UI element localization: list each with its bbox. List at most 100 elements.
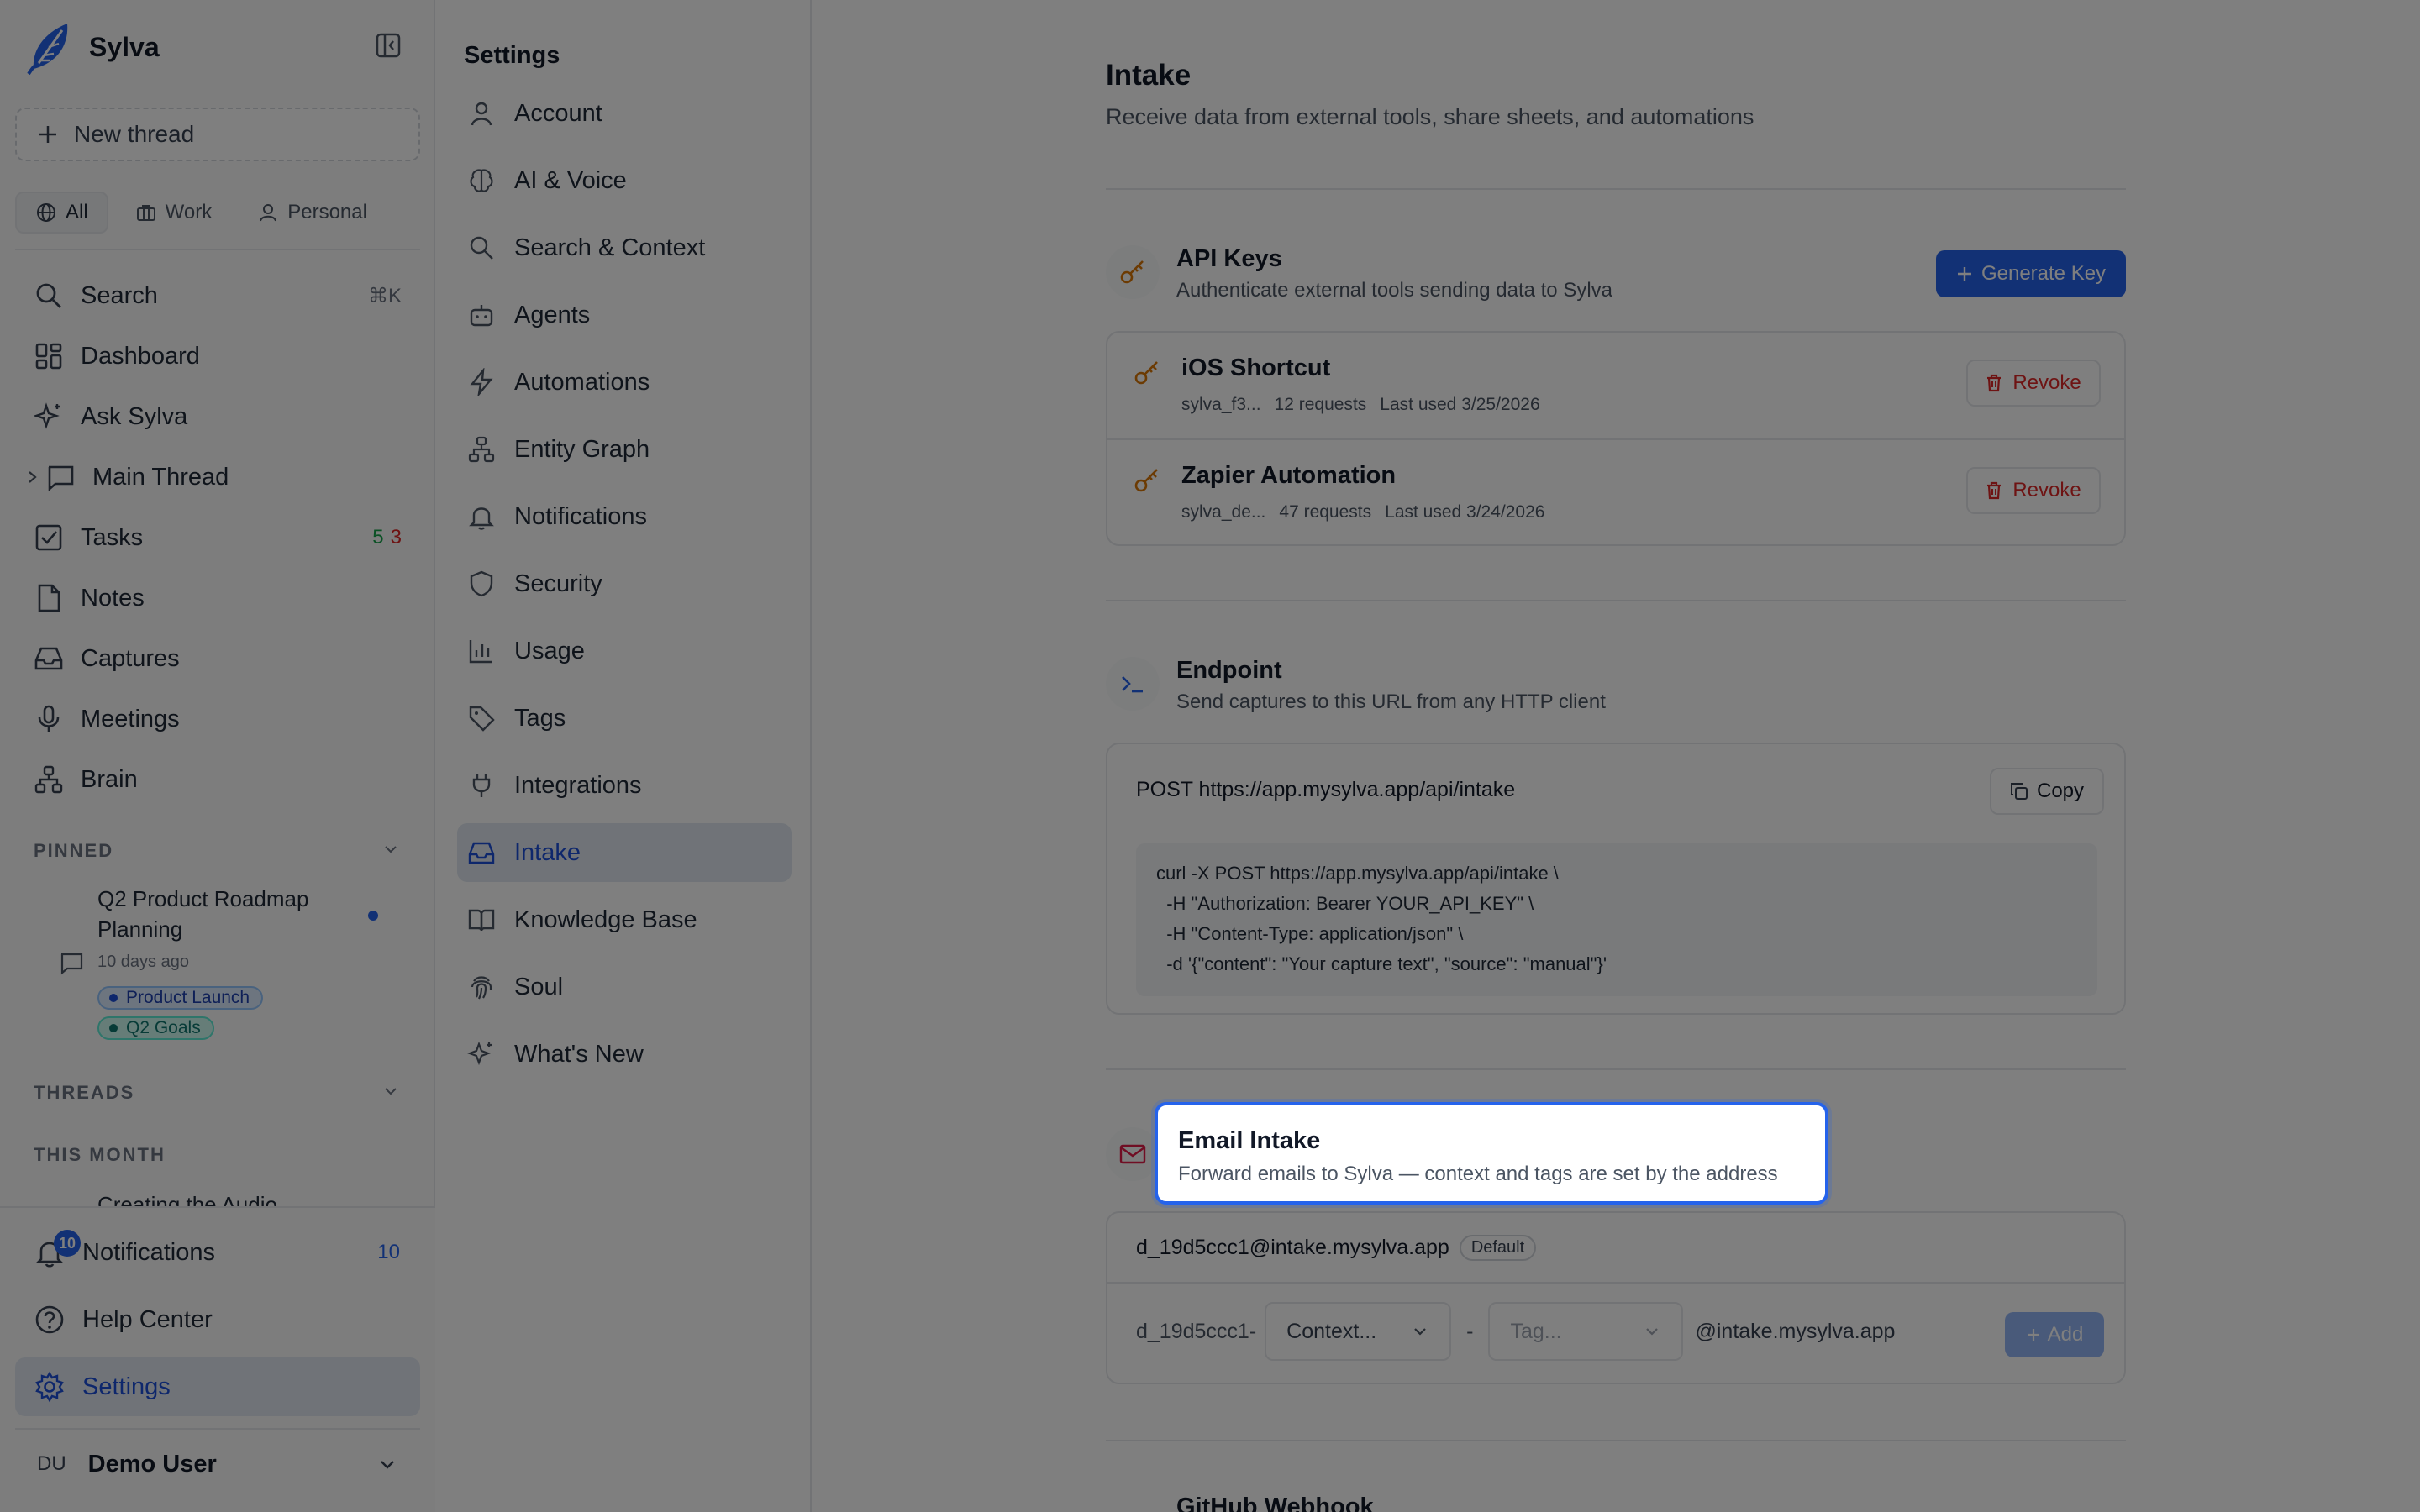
settings-item-notifications[interactable]: Notifications	[457, 487, 792, 546]
generate-key-button[interactable]: Generate Key	[1936, 250, 2126, 297]
chevron-right-icon[interactable]	[27, 469, 39, 486]
settings-item-label: Automations	[514, 368, 650, 396]
sidebar-item-settings[interactable]: Settings	[15, 1357, 420, 1416]
page-title: Intake	[1106, 59, 1192, 92]
help-circle-icon	[35, 1305, 64, 1334]
email-intake-subtitle: Forward emails to Sylva — context and ta…	[1178, 1163, 1778, 1185]
sidebar-item-tasks[interactable]: Tasks 53	[15, 507, 420, 568]
revoke-button[interactable]: Revoke	[1966, 467, 2101, 514]
code-line: -H "Content-Type: application/json" \	[1156, 923, 1464, 944]
sidebar-item-brain[interactable]: Brain	[15, 749, 420, 810]
shield-icon	[470, 570, 493, 597]
add-label: Add	[2047, 1323, 2084, 1346]
settings-item-knowledge-base[interactable]: Knowledge Base	[457, 890, 792, 949]
sidebar-item-meetings[interactable]: Meetings	[15, 689, 420, 749]
endpoint-subtitle: Send captures to this URL from any HTTP …	[1176, 690, 1606, 713]
api-key-meta: sylva_de... 47 requests Last used 3/24/2…	[1181, 502, 1544, 522]
trash-icon	[1987, 374, 2002, 392]
context-select[interactable]: Context...	[1265, 1302, 1452, 1361]
notification-badge: 10	[54, 1230, 81, 1257]
new-thread-button[interactable]: New thread	[15, 108, 420, 161]
settings-item-tags[interactable]: Tags	[457, 689, 792, 748]
sidebar-item-captures[interactable]: Captures	[15, 628, 420, 689]
settings-item-usage[interactable]: Usage	[457, 622, 792, 680]
brand[interactable]: Sylva	[25, 17, 160, 77]
chevron-down-icon[interactable]	[380, 838, 402, 860]
copy-button[interactable]: Copy	[1990, 768, 2104, 815]
sidebar-nav: Search ⌘K Dashboard Ask Sylva Main Threa…	[15, 265, 420, 810]
settings-nav: Settings Account AI & Voice Search & Con…	[437, 0, 812, 1512]
tag-product-launch[interactable]: Product Launch	[97, 986, 264, 1010]
filter-work[interactable]: Work	[117, 192, 231, 234]
pinned-section-label: PINNED	[34, 840, 114, 861]
sidebar-item-notifications[interactable]: 10 Notifications 10	[15, 1223, 420, 1282]
sidebar-item-help-center[interactable]: Help Center	[15, 1290, 420, 1349]
settings-item-entity-graph[interactable]: Entity Graph	[457, 420, 792, 479]
sidebar-item-notes[interactable]: Notes	[15, 568, 420, 628]
tasks-open-count: 5	[372, 526, 384, 549]
section-divider	[1106, 188, 2126, 190]
avatar: DU	[37, 1452, 66, 1475]
settings-item-agents[interactable]: Agents	[457, 286, 792, 344]
settings-item-label: What's New	[514, 1040, 644, 1068]
revoke-button[interactable]: Revoke	[1966, 360, 2101, 407]
tag-q2-goals[interactable]: Q2 Goals	[97, 1016, 214, 1040]
chevron-down-icon	[1646, 1328, 1659, 1336]
api-key-requests: 47 requests	[1279, 502, 1372, 522]
settings-item-account[interactable]: Account	[457, 84, 792, 143]
trash-icon	[1987, 481, 2002, 500]
settings-item-security[interactable]: Security	[457, 554, 792, 613]
settings-item-intake[interactable]: Intake	[457, 823, 792, 882]
api-key-prefix: sylva_f3...	[1181, 395, 1261, 414]
default-address-row: d_19d5ccc1@intake.mysylva.app Default	[1136, 1235, 1537, 1261]
settings-item-label: Soul	[514, 973, 564, 1000]
tag-dot	[109, 1024, 118, 1032]
settings-item-ai-voice[interactable]: AI & Voice	[457, 151, 792, 210]
sidebar-item-label: Dashboard	[81, 342, 200, 370]
settings-item-integrations[interactable]: Integrations	[457, 756, 792, 815]
sylva-logo-icon	[27, 24, 68, 76]
endpoint-url: POST https://app.mysylva.app/api/intake	[1136, 778, 1516, 801]
add-address-button[interactable]: Add	[2005, 1312, 2104, 1357]
revoke-label: Revoke	[2012, 371, 2081, 394]
tag-select[interactable]: Tag...	[1488, 1302, 1684, 1361]
row-divider	[1107, 1282, 2124, 1284]
settings-item-search-context[interactable]: Search & Context	[457, 218, 792, 277]
terminal-icon	[1122, 676, 1143, 693]
user-menu[interactable]: DU Demo User	[15, 1438, 420, 1490]
endpoint-title: Endpoint	[1176, 657, 1282, 684]
sidebar-item-ask-sylva[interactable]: Ask Sylva	[15, 386, 420, 447]
plus-icon	[2027, 1329, 2039, 1341]
tasks-overdue-count: 3	[390, 526, 402, 549]
collapse-sidebar-icon[interactable]	[375, 32, 402, 59]
section-divider	[1106, 600, 2126, 601]
revoke-label: Revoke	[2012, 479, 2081, 501]
plug-icon	[472, 774, 491, 797]
search-icon	[470, 236, 493, 260]
new-thread-label: New thread	[74, 121, 195, 147]
default-email-address: d_19d5ccc1@intake.mysylva.app	[1136, 1236, 1449, 1259]
pinned-thread-title: Q2 Product Roadmap Planning	[97, 886, 309, 942]
sidebar-item-main-thread[interactable]: Main Thread	[15, 447, 420, 507]
settings-item-whats-new[interactable]: What's New	[457, 1025, 792, 1084]
sidebar-item-label: Help Center	[82, 1305, 213, 1333]
chevron-down-icon[interactable]	[380, 1080, 402, 1102]
sidebar-item-label: Notifications	[82, 1238, 215, 1266]
settings-item-soul[interactable]: Soul	[457, 958, 792, 1016]
filter-all[interactable]: All	[15, 192, 108, 234]
filter-personal[interactable]: Personal	[239, 192, 386, 234]
key-icon	[1120, 260, 1144, 284]
email-intake-spotlight[interactable]: Email Intake Forward emails to Sylva — c…	[1155, 1102, 1828, 1205]
sidebar-item-dashboard[interactable]: Dashboard	[15, 326, 420, 386]
sidebar-item-search[interactable]: Search ⌘K	[15, 265, 420, 326]
intake-settings-panel: Intake Receive data from external tools,…	[813, 0, 2420, 1512]
notification-count: 10	[377, 1241, 400, 1263]
mail-icon	[1119, 1144, 1146, 1164]
context-filter: All Work Personal	[15, 192, 420, 234]
sidebar-item-label: Settings	[82, 1373, 171, 1400]
settings-item-automations[interactable]: Automations	[457, 353, 792, 412]
code-line: curl -X POST https://app.mysylva.app/api…	[1156, 863, 1559, 884]
default-badge: Default	[1459, 1235, 1537, 1261]
pinned-thread[interactable]: Q2 Product Roadmap Planning 10 days ago	[97, 884, 383, 972]
copy-label: Copy	[2036, 780, 2085, 802]
